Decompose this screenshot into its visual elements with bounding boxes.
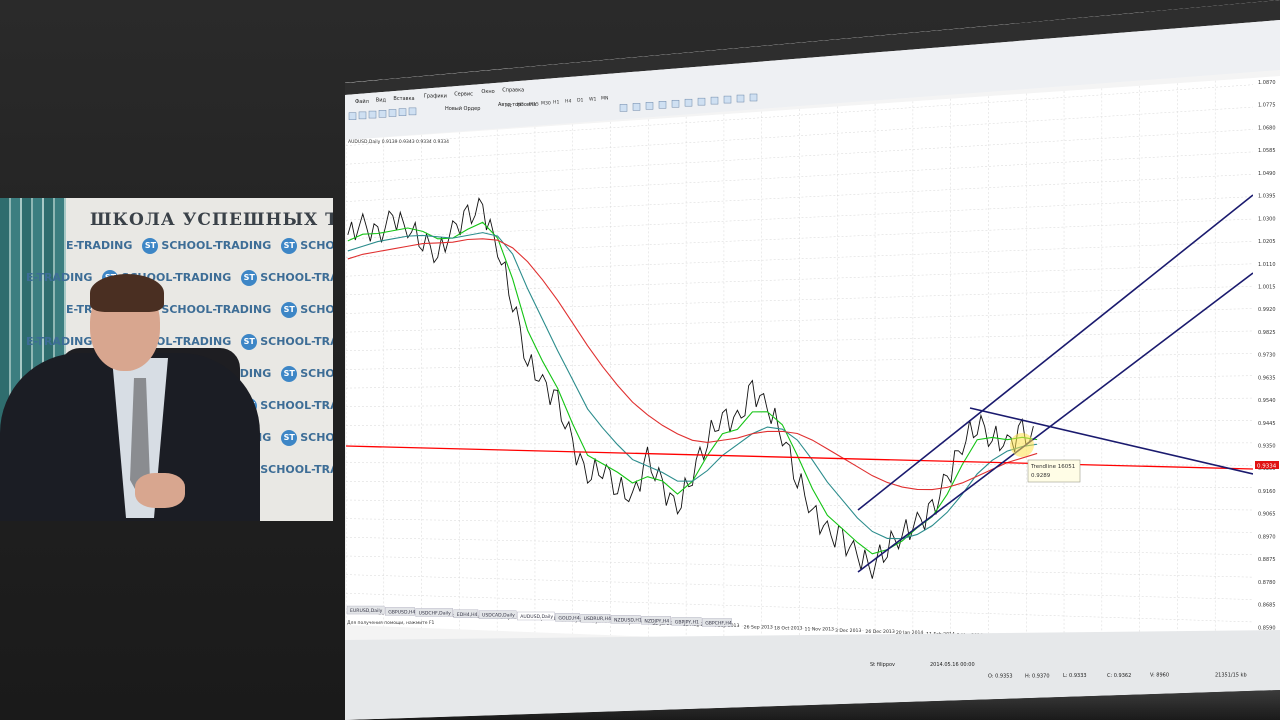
chart-shift-icon[interactable] [710, 96, 719, 105]
timeframe-button[interactable]: MN [601, 96, 608, 102]
status-low: L: 0.9333 [1063, 673, 1087, 679]
zoom-out-icon[interactable] [671, 99, 680, 108]
chart-symbol-label: AUDUSD,Daily 0.9139 0.9343 0.9334 0.9334 [348, 139, 449, 145]
status-volume: V: 8960 [1150, 673, 1169, 679]
new-order-button[interactable]: Новый Ордер [445, 105, 480, 112]
price-tick-label: 0.8780 [1258, 580, 1276, 586]
menu-item[interactable]: Графики [424, 94, 447, 100]
price-tick-label: 0.8685 [1258, 603, 1276, 609]
status-open: O: 0.9353 [988, 673, 1013, 679]
tooltip-value: 0.9289 [1031, 473, 1051, 479]
chart-tab-label: GBPUSD,H4 [388, 609, 415, 615]
terminal-icon[interactable] [398, 108, 407, 116]
price-tick-label: 0.9160 [1258, 489, 1276, 495]
chart-tab-label: USDCHF,Daily [419, 610, 451, 616]
chart-tab-label: EURUSD,Daily [350, 608, 383, 614]
templates-icon[interactable] [749, 93, 758, 102]
status-datetime: 2014.05.16 00:00 [930, 662, 975, 668]
price-tick-label: 1.0300 [1258, 216, 1276, 222]
zoom-in-icon[interactable] [658, 101, 667, 109]
price-tick-label: 1.0775 [1258, 103, 1276, 109]
menu-item[interactable]: Файл [355, 98, 369, 105]
bar-chart-icon[interactable] [619, 104, 628, 112]
chart-tab-label: EDH4,H4 [457, 612, 478, 618]
time-tick-label: 3 Dec 2013 [835, 628, 862, 634]
navigator-icon[interactable] [388, 109, 397, 117]
chart-tab-label: NZDJPY,H4 [644, 618, 669, 624]
line-chart-icon[interactable] [645, 102, 654, 110]
price-tick-label: 0.8970 [1258, 534, 1276, 540]
timeframe-button[interactable]: M30 [541, 100, 551, 106]
tester-icon[interactable] [408, 107, 417, 116]
autoscroll-icon[interactable] [697, 97, 706, 106]
status-bar [345, 630, 1280, 720]
chart-tab-label: GBPJPY,H1 [675, 619, 699, 625]
indicators-icon[interactable] [723, 95, 732, 104]
time-tick-label: 18 Oct 2013 [774, 626, 802, 632]
price-tick-label: 0.9920 [1258, 307, 1276, 313]
price-tick-label: 1.0395 [1258, 194, 1276, 200]
help-hint: Для получения помощи, нажмите F1 [347, 620, 435, 626]
price-tick-label: 0.9540 [1258, 398, 1276, 404]
chart-tab-label: NZDUSD,H1 [614, 617, 642, 623]
cursor-highlight [1010, 433, 1034, 457]
chart-tab-label: GBPCHF,H4 [705, 620, 732, 626]
price-tick-label: 1.0015 [1258, 284, 1276, 290]
profiles-icon[interactable] [358, 111, 367, 120]
chart-tab-label: AUDUSD,Daily [520, 614, 553, 620]
price-tick-label: 0.8875 [1258, 557, 1276, 563]
time-tick-label: 11 Nov 2013 [805, 627, 834, 633]
price-tick-label: 1.0585 [1258, 148, 1276, 154]
price-tick-label: 1.0870 [1258, 80, 1276, 86]
price-tick-label: 0.9065 [1258, 512, 1276, 518]
chart-tab-label: USDRUR,H4 [584, 616, 611, 622]
status-high: H: 0.9370 [1025, 673, 1050, 679]
menu-item[interactable]: Вид [376, 98, 387, 104]
candles-icon[interactable] [632, 103, 641, 111]
new-chart-icon[interactable] [348, 112, 357, 120]
data-window-icon[interactable] [378, 110, 387, 118]
menu-item[interactable]: Вставка [393, 96, 414, 102]
time-tick-label: 26 Dec 2013 [865, 629, 894, 635]
price-tick-label: 1.0205 [1258, 239, 1276, 245]
menu-item[interactable]: Сервис [454, 91, 473, 97]
timeframe-button[interactable]: M5 [517, 102, 524, 108]
periods-icon[interactable] [736, 94, 745, 103]
chart-tab-label: USDCAD,Daily [482, 613, 515, 619]
tooltip-name: Trendline 16051 [1030, 464, 1075, 470]
timeframe-button[interactable]: D1 [577, 97, 584, 103]
timeframe-button[interactable]: H1 [553, 99, 559, 105]
price-tick-label: 1.0110 [1258, 262, 1276, 268]
price-tick-label: 1.0680 [1258, 125, 1276, 131]
timeframe-button[interactable]: M15 [529, 101, 539, 107]
price-tick-label: 0.9445 [1258, 421, 1276, 427]
market-watch-icon[interactable] [368, 110, 377, 119]
price-tick-label: 1.0490 [1258, 171, 1276, 177]
time-tick-label: 26 Sep 2013 [744, 624, 773, 630]
menu-item[interactable]: Справка [502, 87, 524, 93]
timeframe-button[interactable]: W1 [589, 96, 597, 102]
status-traffic: 21351/15 kb [1215, 672, 1247, 678]
menu-item[interactable]: Окно [481, 89, 494, 95]
tile-icon[interactable] [684, 98, 693, 107]
status-close: C: 0.9362 [1107, 673, 1131, 679]
timeframe-button[interactable]: M1 [505, 103, 512, 109]
timeframe-button[interactable]: H4 [565, 98, 571, 104]
current-price-text: 0.9334 [1257, 464, 1277, 470]
status-profile: St filippov [870, 662, 895, 668]
price-tick-label: 0.9635 [1258, 375, 1276, 381]
price-scale [1253, 76, 1280, 662]
price-tick-label: 0.9730 [1258, 353, 1276, 359]
price-tick-label: 0.9825 [1258, 330, 1276, 336]
chart-tab-label: GOLD,H4 [558, 615, 579, 621]
price-tick-label: 0.9350 [1258, 444, 1276, 450]
trading-terminal: Файл Вид Вставка Графики Сервис Окно Справка Н… [345, 0, 1280, 720]
